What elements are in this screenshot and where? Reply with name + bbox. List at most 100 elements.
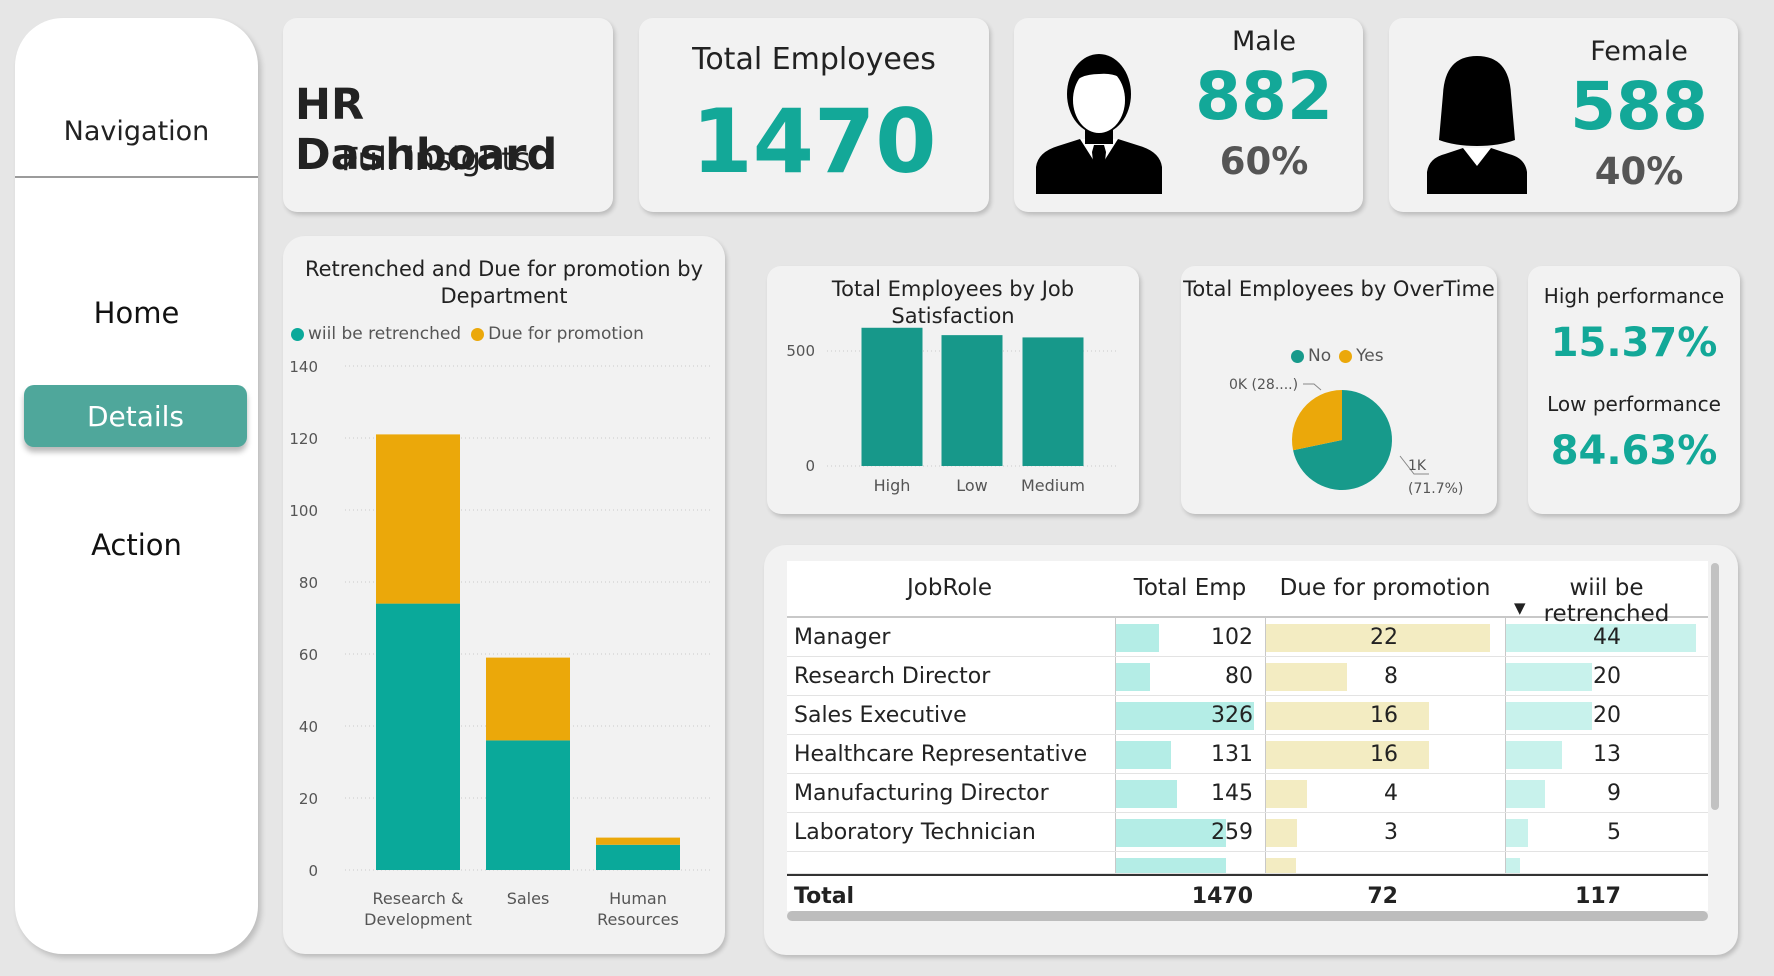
cell-will-be-retrenched: 5 [1607,820,1621,845]
male-percentage: 60% [1219,140,1309,183]
pie-slice-yes[interactable] [1292,390,1342,451]
cell-due-for-promotion: 4 [1384,781,1398,806]
table-row[interactable]: Research Director 80 8 20 [787,657,1708,696]
cell-total-emp: 80 [1225,664,1253,689]
y-tick-label: 40 [299,718,318,736]
cell-due-for-promotion: 16 [1370,742,1398,767]
total-promotion-sum: 72 [1367,884,1398,909]
cell-jobrole: Manager [794,625,891,650]
table-row-partial [787,852,1708,874]
table-horizontal-scrollbar[interactable] [787,911,1708,921]
cell-total-emp: 259 [1211,820,1253,845]
header-total-emp[interactable]: Total Emp [1115,575,1265,601]
total-employees-card: Total Employees 1470 [639,18,989,212]
cell-jobrole: Manufacturing Director [794,781,1049,806]
x-tick-label: Human [609,889,667,908]
y-tick-label: 100 [289,502,318,520]
bar-retrenched-0[interactable] [376,603,460,870]
pie-data-label-no-pct: (71.7%) [1408,481,1463,497]
x-tick-label: Low [956,476,988,495]
low-performance-value: 84.63% [1550,428,1718,474]
sort-descending-icon[interactable]: ▼ [1514,599,1526,617]
bar-promotion-2[interactable] [596,837,680,845]
cell-jobrole: Sales Executive [794,703,967,728]
y-tick-label: 140 [289,358,318,376]
bar-promotion-1[interactable] [486,657,570,741]
department-chart-card: Retrenched and Due for promotion by Depa… [283,236,725,954]
y-tick-label: 120 [289,430,318,448]
cell-will-be-retrenched: 9 [1607,781,1621,806]
table-header: JobRole Total Emp Due for promotion wiil… [787,561,1708,627]
bar-high[interactable] [861,327,923,466]
x-tick-label: Research & [373,889,464,908]
pie-data-label-no: 1K [1408,458,1427,474]
cell-will-be-retrenched: 20 [1593,664,1621,689]
bar-low[interactable] [941,335,1003,466]
cell-will-be-retrenched: 13 [1593,742,1621,767]
bar-retrenched-1[interactable] [486,740,570,870]
low-performance-label: Low performance [1547,392,1721,416]
navigation-panel: Navigation Home Details Action [15,18,258,954]
x-tick-label: High [874,476,911,495]
cell-jobrole: Laboratory Technician [794,820,1036,845]
table-vertical-scrollbar[interactable] [1711,563,1719,810]
high-performance-label: High performance [1543,284,1725,308]
table-row[interactable]: Laboratory Technician 259 3 5 [787,813,1708,852]
total-label: Total [794,884,855,909]
cell-jobrole: Research Director [794,664,991,689]
job-satisfaction-plot: 0 500 High Low Medium [786,327,1119,495]
female-card: Female 588 40% [1389,18,1738,212]
table-row[interactable]: Healthcare Representative 131 16 13 [787,735,1708,774]
male-person-icon [1036,54,1162,194]
dashboard-title-card: HR Dashboard Full insights [283,18,613,212]
female-count: 588 [1570,68,1708,145]
male-card: Male 882 60% [1014,18,1363,212]
jobrole-table: JobRole Total Emp Due for promotion wiil… [787,561,1708,911]
total-emp-sum: 1470 [1191,884,1253,909]
table-row[interactable]: Manager 102 22 44 [787,618,1708,657]
pie-data-label-yes: 0K (28....) [1229,377,1298,393]
bar-medium[interactable] [1022,337,1084,466]
female-label: Female [1590,36,1688,67]
job-satisfaction-card: Total Employees by Job Satisfaction 0 500… [767,266,1139,514]
cell-due-for-promotion: 8 [1384,664,1398,689]
y-tick-label: 0 [805,457,815,475]
total-employees-value: 1470 [691,90,937,193]
department-chart-plot: 0 20 40 60 80 100 120 140 Research & Development S… [289,358,713,929]
nav-details-button[interactable]: Details [24,385,247,447]
nav-action-button[interactable]: Action [15,528,258,562]
cell-due-for-promotion: 16 [1370,703,1398,728]
performance-card: High performance 15.37% Low performance … [1528,266,1740,514]
nav-home-button[interactable]: Home [15,296,258,330]
header-jobrole[interactable]: JobRole [787,575,1112,601]
bar-retrenched-2[interactable] [596,844,680,870]
female-person-icon [1427,56,1527,194]
y-tick-label: 60 [299,646,318,664]
cell-total-emp: 145 [1211,781,1253,806]
cell-will-be-retrenched: 44 [1593,625,1621,650]
leader-line [1303,383,1322,391]
y-tick-label: 0 [308,862,318,880]
male-count: 882 [1195,58,1333,135]
cell-jobrole: Healthcare Representative [794,742,1088,767]
navigation-divider [15,176,258,178]
overtime-pie-plot: 1K (71.7%) 0K (28....) [1229,377,1463,497]
overtime-card: Total Employees by OverTime No Yes 1K (71… [1181,266,1497,514]
table-row[interactable]: Manufacturing Director 145 4 9 [787,774,1708,813]
cell-total-emp: 102 [1211,625,1253,650]
bar-promotion-0[interactable] [376,434,460,604]
male-label: Male [1232,26,1296,57]
total-retrenched-sum: 117 [1575,884,1621,909]
cell-total-emp: 131 [1211,742,1253,767]
table-row[interactable]: Sales Executive 326 16 20 [787,696,1708,735]
jobrole-table-card: JobRole Total Emp Due for promotion wiil… [764,545,1738,955]
x-tick-label: Medium [1021,476,1085,495]
navigation-title: Navigation [63,116,210,147]
table-total-row: Total 1470 72 117 [787,874,1708,911]
header-due-for-promotion[interactable]: Due for promotion [1265,575,1505,601]
female-percentage: 40% [1594,150,1684,193]
x-tick-label: Development [364,910,472,929]
high-performance-value: 15.37% [1550,320,1718,366]
cell-due-for-promotion: 22 [1370,625,1398,650]
x-tick-label: Resources [597,910,679,929]
